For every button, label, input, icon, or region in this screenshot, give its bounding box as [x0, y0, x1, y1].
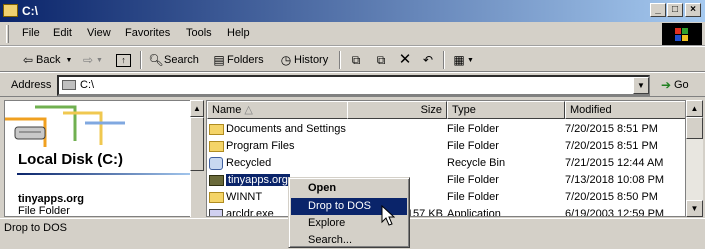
menu-view[interactable]: View [87, 27, 111, 39]
address-input[interactable]: C:\ [57, 75, 650, 96]
maximize-button[interactable]: □ [667, 3, 683, 17]
context-item-open[interactable]: Open [291, 180, 407, 197]
minimize-button[interactable]: _ [650, 3, 666, 17]
close-button[interactable]: × [685, 3, 701, 17]
file-row[interactable]: WINNT File Folder 7/20/2015 8:50 PM [207, 189, 685, 206]
views-icon: ▦ [453, 53, 465, 67]
toolbar-separator [339, 51, 341, 69]
drive-banner-graphic [5, 105, 125, 147]
undo-icon: ↶ [422, 53, 434, 67]
column-header-modified[interactable]: Modified [565, 101, 685, 119]
address-dropdown-button[interactable]: ▼ [633, 77, 649, 94]
toolbar-separator [443, 51, 445, 69]
scroll-thumb[interactable] [686, 117, 703, 139]
menu-edit[interactable]: Edit [53, 27, 72, 39]
folder-icon [209, 174, 224, 186]
address-label: Address [11, 79, 52, 91]
status-text: Drop to DOS [4, 222, 67, 234]
history-icon: ◷ [280, 53, 292, 67]
folder-icon [209, 191, 224, 203]
up-folder-icon: ↑ [116, 53, 131, 67]
standard-toolbar: ⇦ Back ▼ ⇨ ▼ ↑ 🔍︎ Search ▤ Folders ◷ His… [0, 46, 705, 72]
selected-item-type: File Folder [18, 205, 70, 217]
address-bar: Address C:\ ▼ ➔ Go [0, 72, 705, 97]
dropdown-arrow-icon: ▼ [96, 56, 103, 64]
column-header-type[interactable]: Type [447, 101, 565, 119]
dropdown-arrow-icon: ▼ [65, 56, 73, 64]
scroll-thumb[interactable] [190, 117, 204, 171]
folder-icon [209, 123, 224, 135]
file-row[interactable]: Documents and Settings File Folder 7/20/… [207, 121, 685, 138]
mouse-cursor-icon [381, 205, 395, 226]
back-arrow-icon: ⇦ [22, 53, 34, 67]
menu-file[interactable]: File [22, 27, 40, 39]
forward-button[interactable]: ⇨ ▼ [80, 51, 103, 69]
menu-tools[interactable]: Tools [186, 27, 212, 39]
back-button[interactable]: ⇦ Back ▼ [20, 51, 72, 69]
recycle-bin-icon [209, 156, 223, 170]
up-folder-button[interactable]: ↑ [116, 51, 131, 69]
menu-help[interactable]: Help [227, 27, 250, 39]
copy-to-icon: ⧉ [376, 53, 386, 67]
folder-icon [209, 140, 224, 152]
go-arrow-icon: ➔ [660, 78, 672, 92]
toolbar-grip[interactable] [6, 25, 9, 43]
file-row[interactable]: Recycled Recycle Bin 7/21/2015 12:44 AM [207, 155, 685, 172]
search-button[interactable]: 🔍︎ Search [148, 51, 198, 69]
windows-logo-icon [662, 23, 702, 45]
pane-heading: Local Disk (C:) [18, 151, 124, 168]
folders-button[interactable]: ▤ Folders [211, 51, 263, 69]
address-value: C:\ [80, 79, 95, 91]
search-icon: 🔍︎ [148, 53, 164, 67]
go-button[interactable]: ➔ Go [658, 76, 689, 94]
file-row-selected[interactable]: tinyapps.org File Folder 7/13/2018 10:08… [207, 172, 685, 189]
scroll-down-button[interactable]: ▼ [686, 200, 703, 217]
views-button[interactable]: ▦ ▼ [451, 51, 474, 69]
menu-bar: File Edit View Favorites Tools Help [0, 22, 705, 46]
sort-arrow-icon: △ [244, 104, 253, 116]
forward-arrow-icon: ⇨ [82, 53, 94, 67]
dropdown-arrow-icon: ▼ [467, 56, 474, 64]
file-row[interactable]: arcldr.exe 157 KB Application 6/19/2003 … [207, 206, 685, 216]
title-bar[interactable]: C:\ _ □ × [0, 0, 705, 22]
menu-favorites[interactable]: Favorites [125, 27, 170, 39]
context-item-search[interactable]: Search... [291, 232, 407, 249]
selected-item-name: tinyapps.org [18, 193, 85, 205]
folders-icon: ▤ [213, 53, 225, 67]
window-title: C:\ [22, 4, 38, 18]
move-to-button[interactable]: ⧉ [348, 51, 364, 69]
scroll-up-button[interactable]: ▲ [686, 100, 703, 117]
left-pane-scrollbar[interactable]: ▲ [190, 100, 204, 217]
folder-icon [3, 4, 18, 17]
scroll-up-button[interactable]: ▲ [190, 100, 204, 117]
history-button[interactable]: ◷ History [278, 51, 328, 69]
info-pane: Local Disk (C:) tinyapps.org File Folder [4, 100, 204, 217]
heading-divider [17, 173, 195, 175]
copy-to-button[interactable]: ⧉ [373, 51, 389, 69]
application-icon [209, 208, 223, 216]
drive-icon [62, 80, 76, 90]
file-list: Name △ Size Type Modified Documents and … [206, 100, 686, 217]
undo-button[interactable]: ↶ [420, 51, 436, 69]
delete-icon: ✕ [398, 51, 412, 68]
column-header-size[interactable]: Size [347, 101, 447, 119]
delete-button[interactable]: ✕ [397, 51, 413, 69]
file-row[interactable]: Program Files File Folder 7/20/2015 8:51… [207, 138, 685, 155]
move-to-icon: ⧉ [351, 53, 361, 67]
file-list-scrollbar[interactable]: ▲ ▼ [686, 100, 703, 217]
toolbar-separator [140, 51, 142, 69]
